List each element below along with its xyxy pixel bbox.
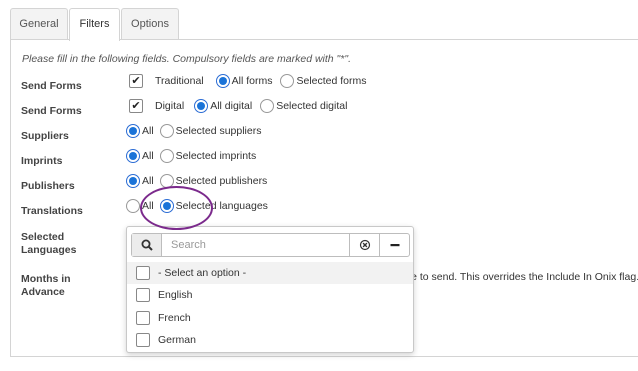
send-forms-traditional-control: ✔ Traditional All forms Selected forms <box>129 74 375 88</box>
checkmark-icon: ✔ <box>131 99 141 112</box>
dropdown-option[interactable]: German <box>127 329 413 351</box>
all-forms-label: All forms <box>231 75 273 87</box>
dropdown-option[interactable]: French <box>127 307 413 329</box>
selected-languages-radio[interactable] <box>159 199 174 213</box>
months-in-advance-hint: late to send. This overrides the Include… <box>400 271 638 283</box>
selected-digital-label: Selected digital <box>276 100 348 112</box>
option-label: - Select an option - <box>158 267 247 279</box>
digital-checkbox[interactable]: ✔ <box>129 99 143 113</box>
selected-suppliers-label: Selected suppliers <box>175 125 262 137</box>
clear-circle-icon <box>359 239 370 251</box>
all-digital-label: All digital <box>210 100 253 112</box>
publishers-all-radio[interactable] <box>126 174 140 188</box>
selected-imprints-label: Selected imprints <box>175 150 257 162</box>
option-label: English <box>158 289 193 301</box>
selected-languages-label-line1: Selected <box>21 231 65 243</box>
months-in-advance-label-line2: Advance <box>21 286 65 298</box>
deselect-all-button[interactable] <box>379 234 410 256</box>
dropdown-search-bar <box>131 233 410 257</box>
months-in-advance-label-line1: Months in <box>21 273 71 285</box>
suppliers-control: All Selected suppliers <box>126 124 269 138</box>
option-checkbox[interactable] <box>136 311 150 325</box>
translations-all-radio[interactable] <box>126 199 140 213</box>
selected-imprints-radio[interactable] <box>159 149 174 163</box>
imprints-all-radio[interactable] <box>126 149 140 163</box>
traditional-checkbox[interactable]: ✔ <box>129 74 143 88</box>
translations-control: All Selected languages <box>126 199 276 213</box>
selected-forms-label: Selected forms <box>296 75 367 87</box>
minus-icon <box>390 244 400 247</box>
tab-options[interactable]: Options <box>121 8 179 40</box>
all-forms-radio[interactable] <box>215 74 230 88</box>
selected-suppliers-radio[interactable] <box>159 124 174 138</box>
selected-publishers-radio[interactable] <box>159 174 174 188</box>
send-forms-digital-label: Send Forms <box>21 105 82 117</box>
search-icon <box>141 239 153 251</box>
selected-publishers-label: Selected publishers <box>175 175 268 187</box>
search-input[interactable] <box>163 234 349 256</box>
traditional-checkbox-label: Traditional <box>155 75 204 87</box>
selected-digital-radio[interactable] <box>260 99 275 113</box>
search-button[interactable] <box>132 234 162 256</box>
send-forms-traditional-label: Send Forms <box>21 80 82 92</box>
publishers-control: All Selected publishers <box>126 174 275 188</box>
selected-forms-radio[interactable] <box>280 74 295 88</box>
languages-dropdown: - Select an option - English French Germ… <box>126 226 414 353</box>
option-checkbox[interactable] <box>136 333 150 347</box>
publishers-label: Publishers <box>21 180 75 192</box>
option-checkbox[interactable] <box>136 288 150 302</box>
publishers-all-label: All <box>142 175 154 187</box>
checkmark-icon: ✔ <box>131 74 141 87</box>
selected-languages-label-line2: Languages <box>21 244 77 256</box>
send-forms-digital-control: ✔ Digital All digital Selected digital <box>129 99 355 113</box>
selected-languages-radio-label: Selected languages <box>175 200 268 212</box>
clear-button[interactable] <box>349 234 379 256</box>
imprints-all-label: All <box>142 150 154 162</box>
all-digital-radio[interactable] <box>194 99 209 113</box>
option-label: French <box>158 312 191 324</box>
translations-label: Translations <box>21 205 83 217</box>
form-instructions: Please fill in the following fields. Com… <box>22 53 352 65</box>
tab-filters[interactable]: Filters <box>69 8 120 41</box>
imprints-label: Imprints <box>21 155 63 167</box>
suppliers-label: Suppliers <box>21 130 69 142</box>
dropdown-option[interactable]: English <box>127 284 413 306</box>
dropdown-option[interactable]: - Select an option - <box>127 262 413 284</box>
suppliers-all-label: All <box>142 125 154 137</box>
digital-checkbox-label: Digital <box>155 100 185 112</box>
suppliers-all-radio[interactable] <box>126 124 140 138</box>
option-label: German <box>158 334 196 346</box>
translations-all-label: All <box>142 200 154 212</box>
option-checkbox[interactable] <box>136 266 150 280</box>
tab-general[interactable]: General <box>10 8 68 40</box>
imprints-control: All Selected imprints <box>126 149 264 163</box>
